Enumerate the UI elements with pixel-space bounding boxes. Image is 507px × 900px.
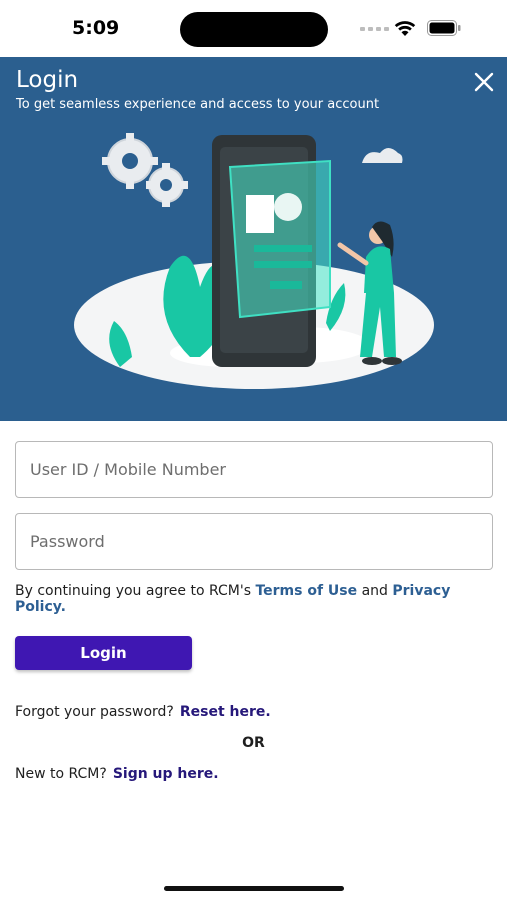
dynamic-island (180, 12, 328, 47)
signup-text: New to RCM? (15, 766, 107, 782)
login-button[interactable]: Login (15, 636, 192, 670)
login-banner: Login To get seamless experience and acc… (0, 57, 507, 421)
banner-subtitle: To get seamless experience and access to… (16, 97, 380, 112)
terms-of-use-link[interactable]: Terms of Use (255, 583, 357, 599)
terms-prefix: By continuing you agree to RCM's (15, 583, 256, 599)
wifi-icon (394, 21, 416, 36)
login-illustration (74, 133, 434, 389)
terms-and: and (357, 583, 393, 599)
terms-notice: By continuing you agree to RCM's Terms o… (15, 583, 495, 615)
signup-row: New to RCM? Sign up here. (15, 766, 219, 782)
password-input[interactable] (15, 513, 493, 570)
cellular-signal-icon (360, 27, 389, 31)
close-icon[interactable] (472, 70, 496, 94)
status-bar: 5:09 (0, 0, 507, 57)
sign-up-link[interactable]: Sign up here. (113, 766, 219, 782)
or-divider: OR (242, 735, 265, 751)
status-time: 5:09 (72, 17, 120, 39)
battery-icon (427, 20, 461, 36)
forgot-password-text: Forgot your password? (15, 704, 174, 720)
user-id-input[interactable] (15, 441, 493, 498)
home-indicator (164, 886, 344, 891)
banner-title: Login (16, 67, 79, 93)
reset-here-link[interactable]: Reset here. (180, 704, 271, 720)
forgot-password-row: Forgot your password? Reset here. (15, 704, 271, 720)
